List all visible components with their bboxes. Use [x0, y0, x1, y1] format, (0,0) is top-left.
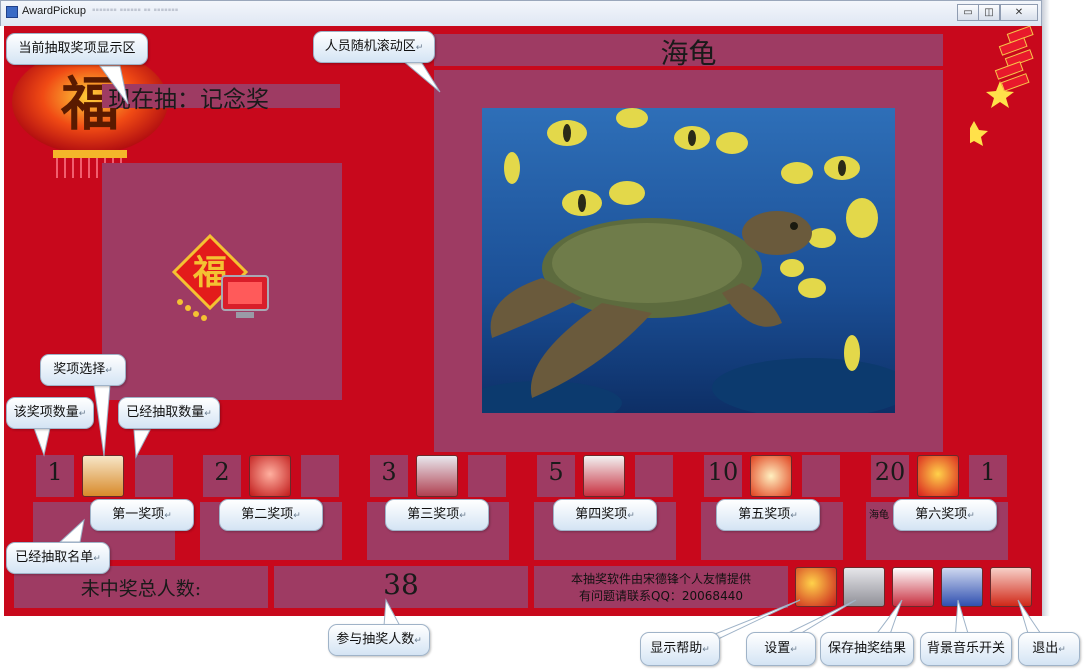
callout-prize-count: 该奖项数量↵	[6, 397, 94, 429]
callout-current-prize-area: 当前抽取奖项显示区	[6, 33, 148, 65]
callout-music: 背景音乐开关	[920, 632, 1012, 666]
callout-prize-select: 奖项选择↵	[40, 354, 126, 386]
callout-participants: 参与抽奖人数↵	[328, 624, 430, 656]
callout-pointers	[33, 59, 1046, 641]
callout-person-scroll-area: 人员随机滚动区↵	[313, 31, 435, 63]
callout-drawn-list: 已经抽取名单↵	[6, 542, 110, 574]
callout-exit: 退出↵	[1018, 632, 1080, 666]
callout-drawn-count: 已经抽取数量↵	[118, 397, 220, 429]
callout-save: 保存抽奖结果	[820, 632, 914, 666]
callout-settings: 设置↵	[746, 632, 816, 666]
callout-help: 显示帮助↵	[640, 632, 720, 666]
